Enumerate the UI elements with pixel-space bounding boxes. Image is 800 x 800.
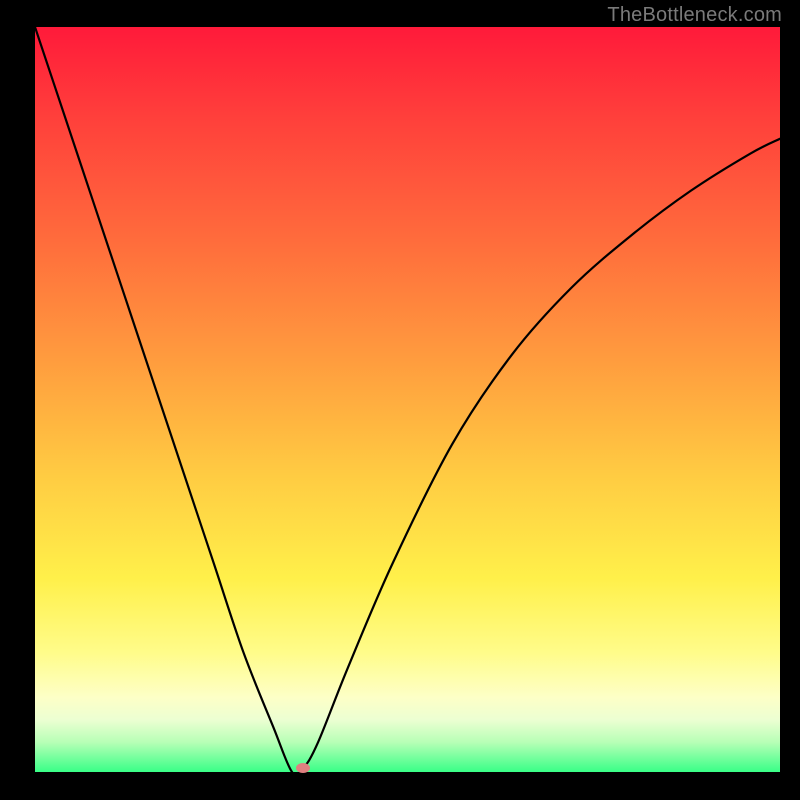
optimal-point-marker [296,763,310,773]
watermark-text: TheBottleneck.com [607,4,782,27]
chart-plot-area [35,27,780,772]
bottleneck-curve [35,27,780,772]
